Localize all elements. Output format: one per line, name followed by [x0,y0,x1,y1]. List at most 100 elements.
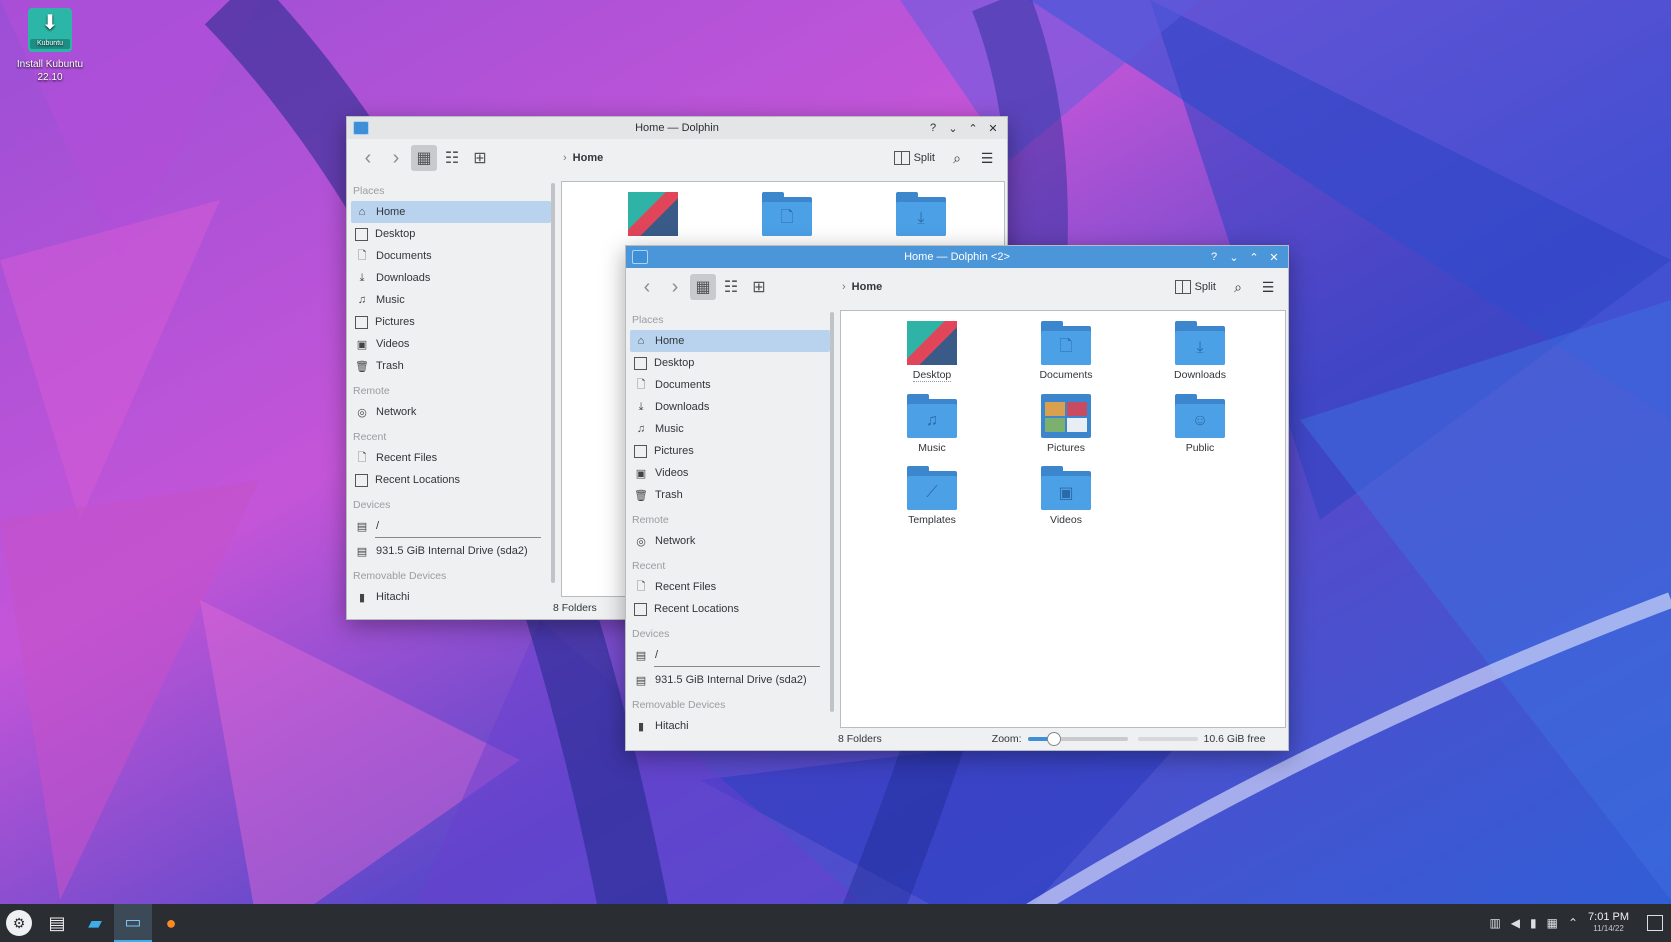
arrow-left-icon: ‹ [364,146,372,169]
place-documents[interactable]: 🗋 Documents [630,374,830,396]
recent-files-icon: 🗋 [636,580,646,593]
help-button[interactable]: ? [927,122,939,135]
file-item[interactable]: 🗋 [720,192,854,240]
split-button[interactable]: Split [890,151,939,165]
search-icon[interactable]: ⌕ [945,150,969,167]
split-button[interactable]: Split [1171,280,1220,294]
dolphin-task[interactable]: ▭ [114,904,152,942]
forward-button[interactable]: › [383,145,409,171]
icons-view-button[interactable]: ▦ [690,274,716,300]
device-sda2[interactable]: ▤ 931.5 GiB Internal Drive (sda2) [630,669,830,691]
network-tray-icon[interactable]: ▦ [1547,916,1558,930]
file-item-desktop[interactable]: Desktop [865,321,999,382]
document-icon: 🗋 [357,249,367,262]
remote-network[interactable]: ◎ Network [351,401,551,423]
volume-icon[interactable]: ◀ [1511,916,1520,930]
file-item-music[interactable]: ♫ Music [865,394,999,454]
place-label: Recent Locations [375,474,460,486]
zoom-slider-handle[interactable] [1046,732,1061,746]
place-pictures[interactable]: Pictures [630,440,830,462]
tray-expand-icon[interactable]: ⌃ [1568,916,1578,930]
icons-view-button[interactable]: ▦ [411,145,437,171]
back-button[interactable]: ‹ [634,274,660,300]
file-item-public[interactable]: ☺ Public [1133,394,1267,454]
place-home[interactable]: ⌂ Home [351,201,551,223]
recent-files[interactable]: 🗋 Recent Files [630,576,830,598]
breadcrumb[interactable]: › Home [563,152,603,164]
file-item-documents[interactable]: 🗋 Documents [999,321,1133,382]
place-downloads[interactable]: ⤓ Downloads [630,396,830,418]
device-root[interactable]: ▤ / [351,515,551,537]
recent-locations-icon [355,473,368,487]
remote-network[interactable]: ◎ Network [630,530,830,552]
removable-hitachi[interactable]: ▮ Hitachi [630,715,830,737]
place-videos[interactable]: ▣ Videos [351,333,551,355]
close-button[interactable]: ✕ [987,122,999,135]
file-item[interactable]: ⤓ [854,192,988,240]
breadcrumb-home[interactable]: Home [573,152,604,164]
recent-locations[interactable]: Recent Locations [351,469,551,491]
hamburger-menu-icon[interactable]: ☰ [1256,279,1280,296]
place-music[interactable]: ♫ Music [630,418,830,440]
details-view-button[interactable]: ⊞ [467,145,493,171]
device-root[interactable]: ▤ / [630,644,830,666]
file-item-downloads[interactable]: ⤓ Downloads [1133,321,1267,382]
hamburger-menu-icon[interactable]: ☰ [975,150,999,167]
file-item-templates[interactable]: ⟋ Templates [865,466,999,526]
firefox-task[interactable]: ● [152,904,190,942]
firefox-icon: ● [165,912,177,933]
place-downloads[interactable]: ⤓ Downloads [351,267,551,289]
maximize-button[interactable]: ⌃ [967,122,979,135]
place-home[interactable]: ⌂ Home [630,330,830,352]
digital-clock[interactable]: 7:01 PM 11/14/22 [1588,912,1629,934]
minimize-button[interactable]: ⌄ [947,122,959,135]
usb-drive-icon: ▮ [637,720,645,733]
place-label: Pictures [654,445,694,457]
maximize-button[interactable]: ⌃ [1248,251,1260,264]
place-music[interactable]: ♫ Music [351,289,551,311]
details-view-icon: ⊞ [752,279,766,296]
sidebar-scrollbar[interactable] [830,312,834,712]
desktop-install-icon[interactable]: ⬇ Kubuntu Install Kubuntu 22.10 [8,8,92,84]
place-desktop[interactable]: Desktop [630,352,830,374]
place-documents[interactable]: 🗋 Documents [351,245,551,267]
search-icon[interactable]: ⌕ [1226,279,1250,296]
file-item-videos[interactable]: ▣ Videos [999,466,1133,526]
recent-files[interactable]: 🗋 Recent Files [351,447,551,469]
show-desktop-button[interactable] [1647,915,1663,931]
titlebar[interactable]: Home — Dolphin <2> ? ⌄ ⌃ ✕ [626,246,1288,268]
recent-locations[interactable]: Recent Locations [630,598,830,620]
clipboard-icon[interactable]: ▥ [1489,916,1500,930]
close-button[interactable]: ✕ [1268,251,1280,264]
place-label: Pictures [375,316,415,328]
application-launcher[interactable]: ⚙ [0,904,38,942]
removable-hitachi[interactable]: ▮ Hitachi [351,586,551,608]
help-button[interactable]: ? [1208,251,1220,264]
details-view-button[interactable]: ⊞ [746,274,772,300]
breadcrumb[interactable]: › Home [842,281,882,293]
place-trash[interactable]: 🗑 Trash [630,484,830,506]
compact-view-button[interactable]: ☷ [439,145,465,171]
file-item-pictures[interactable]: Pictures [999,394,1133,454]
zoom-slider[interactable] [1027,732,1128,746]
discover-task[interactable]: ▰ [76,904,114,942]
sidebar-scrollbar[interactable] [551,183,555,583]
titlebar[interactable]: Home — Dolphin ? ⌄ ⌃ ✕ [347,117,1007,139]
file-view[interactable]: Desktop 🗋 Documents ⤓ Downloads ♫ Music [840,310,1286,728]
document-icon: 🗋 [636,378,646,391]
arrow-right-icon: › [671,275,679,298]
battery-icon[interactable]: ▮ [1530,916,1537,930]
place-videos[interactable]: ▣ Videos [630,462,830,484]
place-desktop[interactable]: Desktop [351,223,551,245]
place-trash[interactable]: 🗑 Trash [351,355,551,377]
dolphin-window-front[interactable]: Home — Dolphin <2> ? ⌄ ⌃ ✕ ‹ › ▦ ☷ ⊞ › H… [625,245,1289,751]
pager-button[interactable]: ▤ [38,904,76,942]
breadcrumb-home[interactable]: Home [852,281,883,293]
compact-view-button[interactable]: ☷ [718,274,744,300]
forward-button[interactable]: › [662,274,688,300]
device-sda2[interactable]: ▤ 931.5 GiB Internal Drive (sda2) [351,540,551,562]
minimize-button[interactable]: ⌄ [1228,251,1240,264]
back-button[interactable]: ‹ [355,145,381,171]
place-pictures[interactable]: Pictures [351,311,551,333]
file-item[interactable] [586,192,720,240]
